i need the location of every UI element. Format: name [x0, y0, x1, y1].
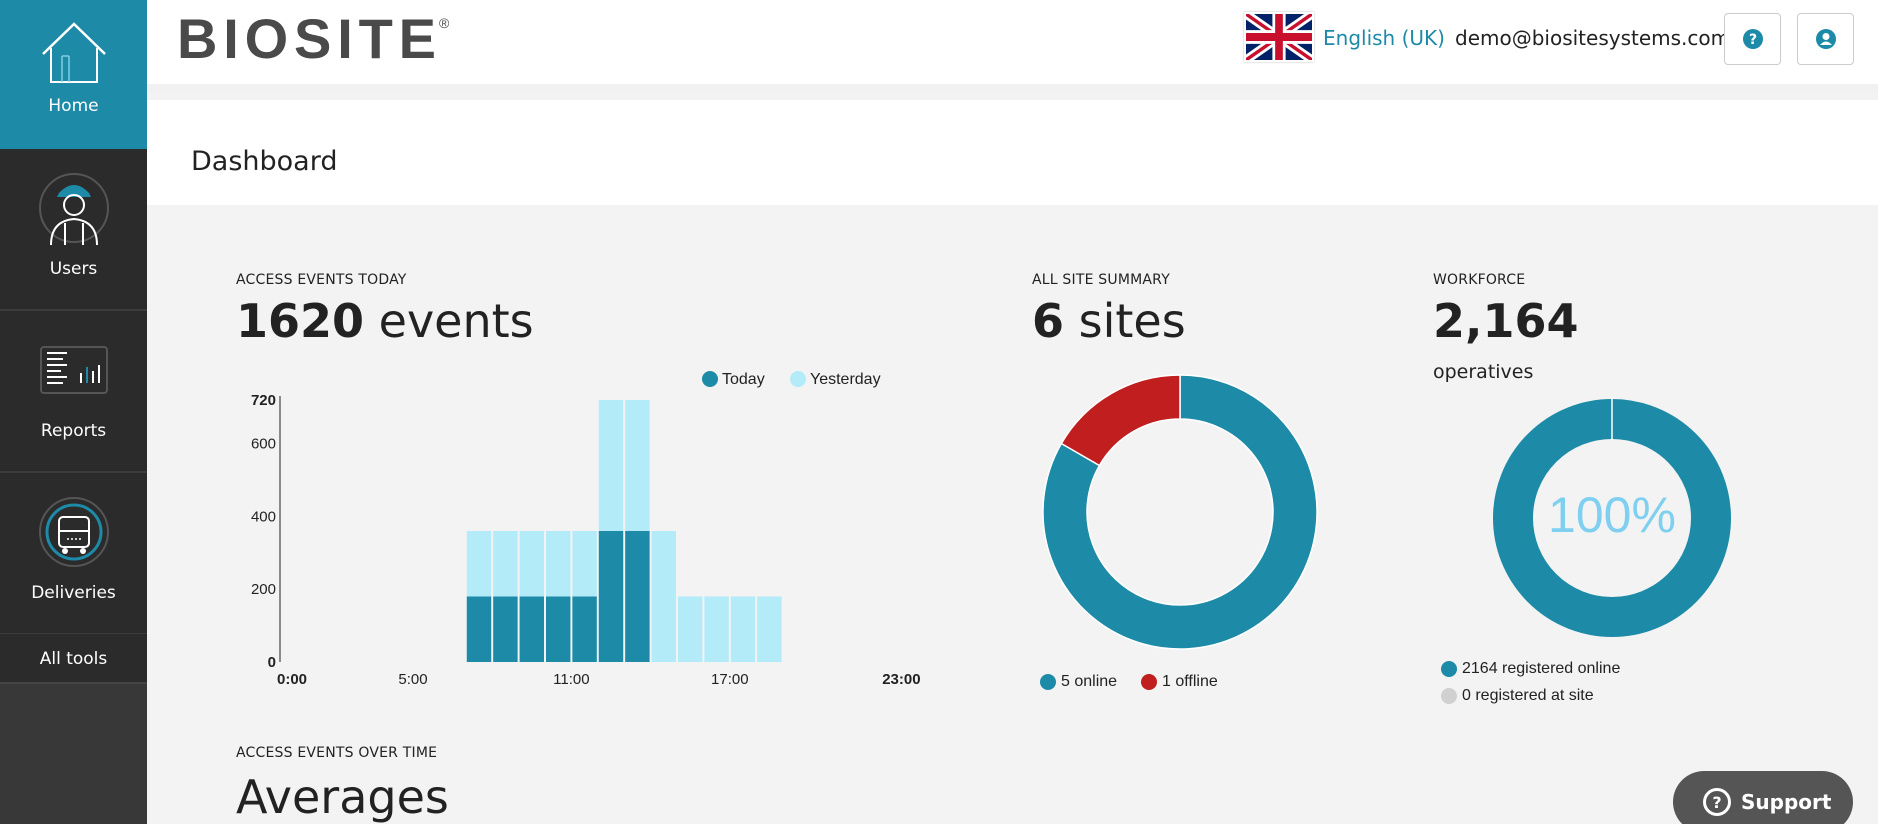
site-slice — [1060, 374, 1181, 467]
y-tick-label: 600 — [251, 436, 276, 453]
sidebar-item-home[interactable]: Home — [0, 0, 147, 162]
legend-today-label: Today — [722, 371, 765, 388]
legend-offline-label: 1 offline — [1162, 673, 1218, 690]
bar-today — [546, 596, 571, 662]
support-label: Support — [1741, 790, 1832, 814]
bar-yesterday — [757, 596, 782, 662]
logo-text: BIOSITE — [177, 10, 435, 70]
top-header: BIOSITE ® English (UK) demo@biositesyste… — [147, 0, 1878, 92]
sidebar: Home Users Reports Deliveries All tools — [0, 0, 147, 824]
over-time-label: ACCESS EVENTS OVER TIME — [236, 745, 438, 761]
legend-offline: 1 offline — [1141, 673, 1218, 691]
sidebar-item-label: Users — [49, 259, 98, 279]
bar-yesterday — [704, 596, 729, 662]
legend-today-dot — [702, 371, 718, 387]
sidebar-item-deliveries[interactable]: Deliveries — [0, 473, 147, 635]
site-summary-donut — [1042, 374, 1318, 650]
offline-dot — [1141, 674, 1157, 690]
workforce-unit: operatives — [1433, 361, 1534, 383]
bar-today — [466, 596, 492, 662]
help-button[interactable]: ? — [1724, 13, 1781, 65]
site-summary-count: 6 sites — [1032, 294, 1186, 348]
sidebar-item-all-tools[interactable]: All tools — [0, 634, 147, 684]
y-tick-label: 0 — [268, 654, 276, 671]
legend-yesterday-label: Yesterday — [810, 371, 881, 388]
bar-today — [572, 596, 597, 662]
y-tick-label: 720 — [251, 392, 276, 409]
access-events-label: ACCESS EVENTS TODAY — [236, 272, 407, 288]
worker-icon — [38, 173, 109, 245]
legend-online-label: 5 online — [1061, 673, 1118, 690]
legend-registered-online: 2164 registered online — [1441, 660, 1620, 678]
help-icon: ? — [1742, 29, 1763, 49]
account-icon — [1815, 29, 1836, 49]
truck-icon — [38, 497, 109, 567]
bar-yesterday — [730, 596, 756, 662]
access-events-bar-chart: 0 200 400 600 720 0:00 5:00 11:00 17:00 23:00 Toda… — [251, 371, 921, 688]
registered-online-dot — [1441, 661, 1457, 677]
legend-online: 5 online — [1040, 673, 1117, 691]
legend-registered-site-label: 0 registered at site — [1462, 687, 1594, 704]
home-icon — [41, 22, 106, 83]
access-events-unit: events — [378, 294, 534, 348]
biosite-logo: BIOSITE ® — [177, 7, 457, 70]
site-summary-unit: sites — [1078, 294, 1186, 348]
sidebar-item-users[interactable]: Users — [0, 149, 147, 311]
legend-registered-online-label: 2164 registered online — [1462, 660, 1621, 677]
legend-registered-site: 0 registered at site — [1441, 687, 1594, 705]
bar-today — [519, 596, 544, 662]
sidebar-item-label: Home — [48, 96, 99, 116]
logo-registered-mark: ® — [439, 15, 450, 31]
workforce-label: WORKFORCE — [1433, 272, 1526, 288]
x-tick-label: 11:00 — [553, 671, 589, 688]
y-tick-label: 200 — [251, 581, 276, 598]
sidebar-item-label: Deliveries — [31, 583, 116, 603]
x-tick-label: 0:00 — [277, 671, 307, 688]
workforce-percent: 100% — [1548, 487, 1676, 543]
site-summary-label: ALL SITE SUMMARY — [1032, 272, 1170, 288]
x-tick-label: 17:00 — [711, 671, 749, 688]
bar-today — [493, 596, 518, 662]
uk-flag-icon[interactable] — [1244, 12, 1314, 62]
page-title: Dashboard — [191, 146, 338, 177]
support-question-icon: ? — [1703, 788, 1731, 816]
x-tick-label: 23:00 — [882, 671, 920, 688]
account-button[interactable] — [1797, 13, 1854, 65]
access-events-count: 1620 events — [236, 294, 534, 348]
sidebar-item-reports[interactable]: Reports — [0, 311, 147, 473]
legend-yesterday-dot — [790, 371, 806, 387]
report-icon — [39, 346, 108, 394]
support-button[interactable]: ? Support — [1673, 771, 1853, 824]
y-tick-label: 400 — [251, 508, 276, 525]
page-title-bar: Dashboard — [147, 100, 1878, 205]
online-dot — [1040, 674, 1056, 690]
averages-heading: Averages — [236, 770, 449, 824]
workforce-count: 2,164 — [1433, 294, 1579, 348]
access-events-number: 1620 — [236, 294, 365, 348]
bar-yesterday — [678, 596, 703, 662]
workforce-donut: 100% — [1493, 398, 1731, 637]
bar-today — [598, 531, 624, 662]
workforce-number: 2,164 — [1433, 294, 1579, 348]
user-email: demo@biositesystems.com — [1455, 26, 1731, 50]
bar-yesterday — [651, 531, 676, 662]
language-selector[interactable]: English (UK) — [1323, 26, 1445, 50]
bar-today — [625, 531, 650, 662]
svg-text:?: ? — [1748, 32, 1756, 48]
x-tick-label: 5:00 — [398, 671, 427, 688]
sidebar-item-label: Reports — [40, 421, 107, 441]
site-summary-number: 6 — [1032, 294, 1065, 348]
registered-site-dot — [1441, 688, 1457, 704]
